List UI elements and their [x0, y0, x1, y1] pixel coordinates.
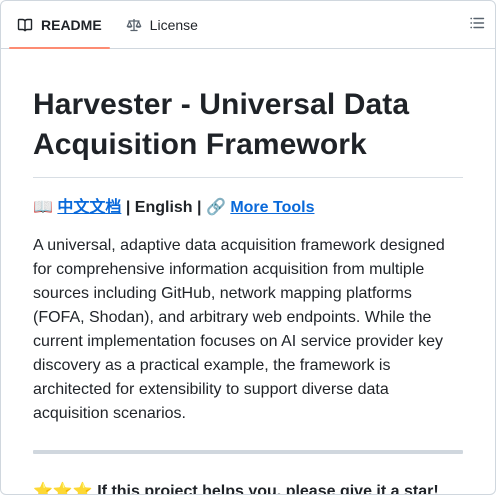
- scale-icon: [126, 17, 142, 33]
- tab-license-label: License: [149, 16, 198, 33]
- tab-license[interactable]: License: [118, 1, 206, 48]
- separator: |: [197, 199, 202, 216]
- readme-panel: README License Harvester - Universal Dat…: [0, 0, 496, 495]
- tab-readme[interactable]: README: [9, 1, 110, 49]
- link-emoji-icon: 🔗: [205, 199, 226, 216]
- outline-button[interactable]: [465, 13, 489, 37]
- tab-bar: README License: [1, 1, 495, 49]
- tab-readme-label: README: [41, 16, 102, 33]
- divider: [33, 450, 463, 454]
- book-emoji-icon: 📖: [33, 199, 53, 216]
- english-label: English: [134, 199, 193, 216]
- language-line: 📖 中文文档 | English | 🔗 More Tools: [33, 196, 463, 220]
- star-request: ⭐⭐⭐ If this project helps you, please gi…: [33, 480, 463, 495]
- project-description: A universal, adaptive data acquisition f…: [33, 237, 445, 422]
- page-title: Harvester - Universal Data Acquisition F…: [33, 85, 463, 178]
- readme-content: Harvester - Universal Data Acquisition F…: [1, 85, 495, 495]
- more-tools-link[interactable]: More Tools: [230, 199, 314, 216]
- star-emoji-icon: ⭐⭐⭐: [33, 483, 93, 495]
- list-unordered-icon: [469, 15, 485, 36]
- star-request-text: If this project helps you, please give i…: [97, 483, 439, 495]
- book-icon: [17, 17, 33, 33]
- separator: |: [125, 199, 131, 216]
- chinese-docs-link[interactable]: 中文文档: [57, 199, 121, 216]
